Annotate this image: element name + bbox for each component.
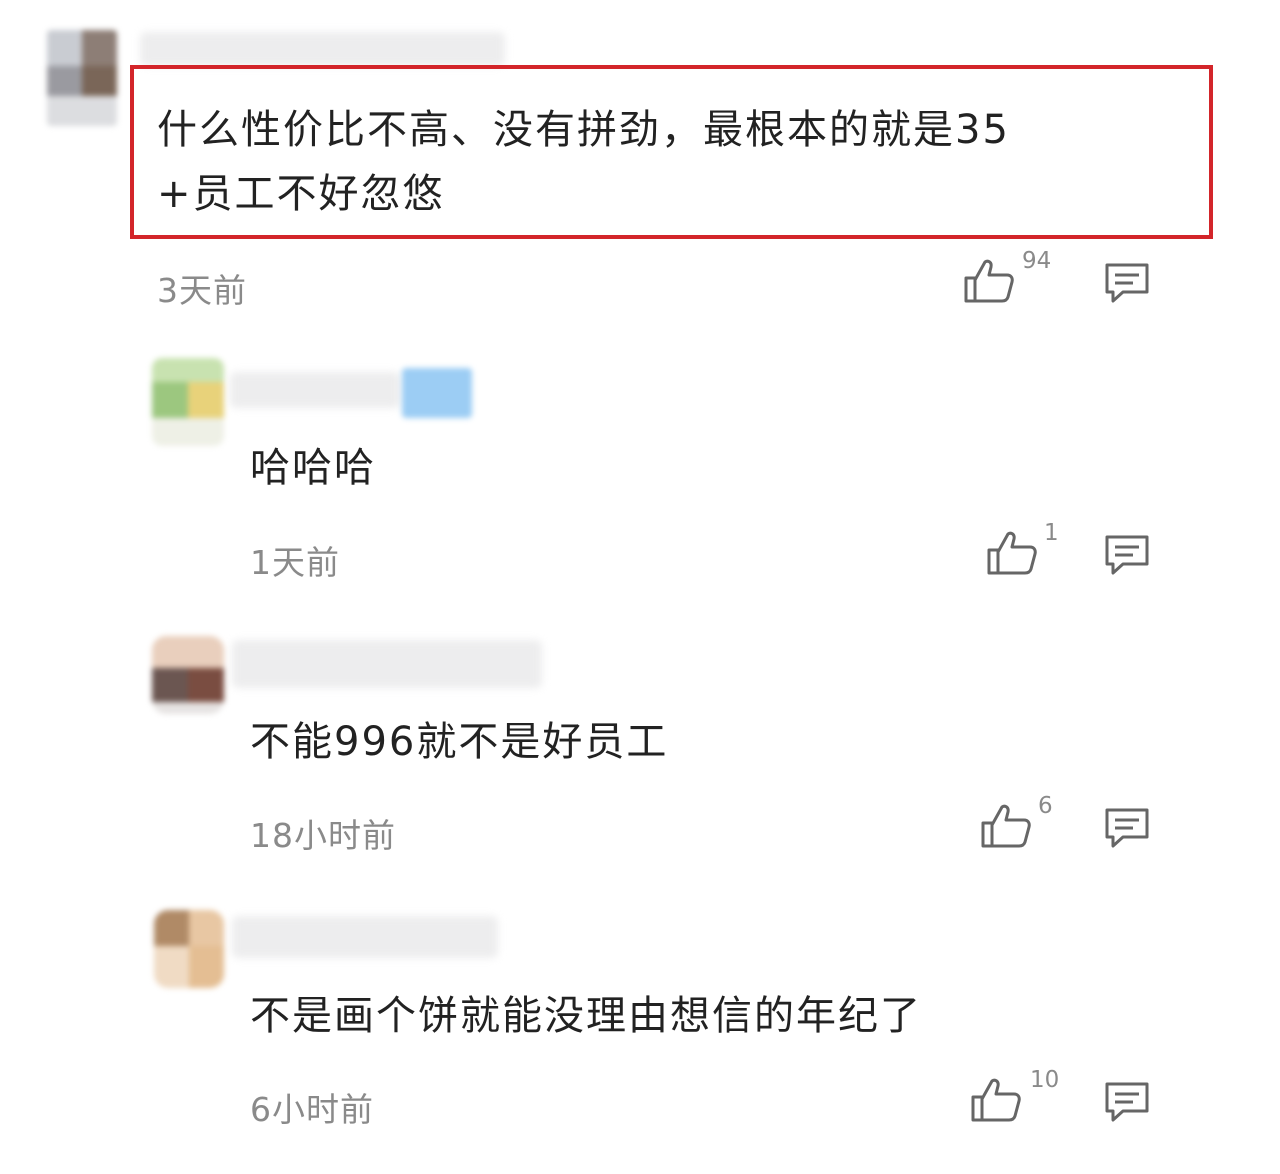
comment-text: 什么性价比不高、没有拼劲，最根本的就是35 [157, 107, 1010, 153]
thumbs-up-icon[interactable] [963, 258, 1015, 304]
comment-bubble-icon[interactable] [1103, 1081, 1151, 1123]
avatar[interactable] [154, 910, 224, 988]
like-count: 6 [1038, 793, 1053, 819]
avatar[interactable] [152, 358, 224, 446]
thumbs-up-icon[interactable] [980, 803, 1032, 849]
comment-text: 不能996就不是好员工 [250, 719, 669, 765]
comment-bubble-icon[interactable] [1103, 262, 1151, 304]
comment-text-line2: +员工不好忽悠 [157, 171, 445, 217]
username-blurred[interactable] [230, 372, 400, 408]
comment-text: 哈哈哈 [250, 445, 376, 491]
username-blurred[interactable] [140, 32, 505, 66]
thumbs-up-icon[interactable] [970, 1077, 1022, 1123]
comment-time: 3天前 [157, 271, 247, 310]
like-count: 10 [1030, 1067, 1060, 1093]
thumbs-up-icon[interactable] [986, 530, 1038, 576]
comment-time: 6小时前 [250, 1090, 374, 1129]
comment-bubble-icon[interactable] [1103, 534, 1151, 576]
user-badge [402, 368, 472, 418]
comment-bubble-icon[interactable] [1103, 807, 1151, 849]
avatar[interactable] [47, 30, 117, 126]
comment-text: 不是画个饼就能没理由想信的年纪了 [250, 993, 922, 1039]
avatar[interactable] [152, 636, 224, 714]
like-count: 94 [1022, 248, 1052, 274]
username-blurred[interactable] [232, 916, 498, 958]
comment-time: 1天前 [250, 543, 340, 582]
comment-time: 18小时前 [250, 816, 396, 855]
like-count: 1 [1044, 520, 1059, 546]
username-blurred[interactable] [232, 640, 542, 688]
